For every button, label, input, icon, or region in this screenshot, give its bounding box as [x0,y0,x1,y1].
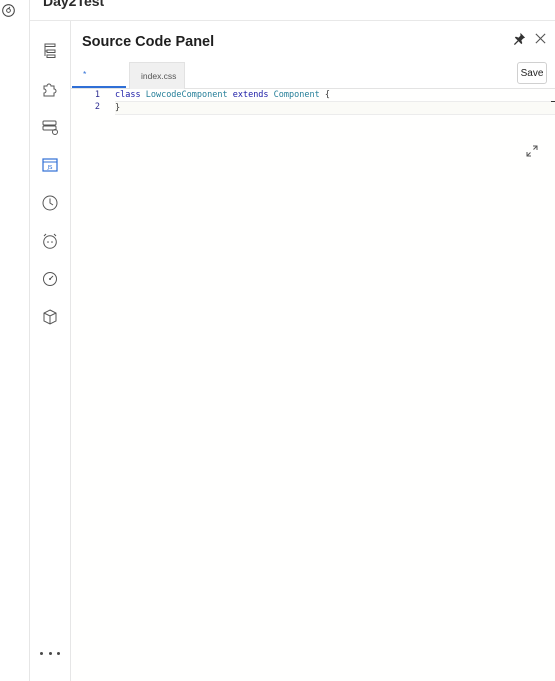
code-editor[interactable]: 1 2 class LowcodeComponent extends Compo… [71,89,555,681]
save-button[interactable]: Save [517,62,547,84]
component-puzzle-icon[interactable] [40,79,60,99]
gauge-icon[interactable] [40,269,60,289]
svg-text:JS: JS [46,165,53,171]
outline-tree-icon[interactable] [40,41,60,61]
code-token: Component [273,90,325,100]
source-code-panel: Source Code Panel * index.js index.css S… [71,21,555,681]
code-token: LowcodeComponent [145,90,233,100]
history-clock-icon[interactable] [40,193,60,213]
close-icon[interactable] [534,32,547,50]
code-token: { [324,90,330,100]
more-icon[interactable] [40,646,60,660]
panel-title: Source Code Panel [82,34,215,50]
editor-tabs: * index.js index.css [71,61,555,106]
line-number: 1 [94,90,100,100]
code-token: } [115,103,121,113]
dial-icon[interactable] [1,3,16,18]
outer-left-strip [0,0,30,681]
alarm-clock-icon[interactable] [40,231,60,251]
panel-actions [513,32,547,50]
line-number-gutter: 1 2 [71,89,115,129]
tab-index-css[interactable]: index.css [129,62,185,89]
icon-rail: JS [30,21,71,681]
expand-icon[interactable] [525,144,539,158]
code-line: } [115,101,555,115]
box-icon[interactable] [40,307,60,327]
code-line: class LowcodeComponent extends Component… [115,89,555,101]
scroll-marker [551,101,555,102]
line-number: 2 [94,102,100,112]
app-title: Day2Test [43,0,105,9]
tab-index-js[interactable]: * index.js [72,61,126,106]
js-source-code-icon[interactable]: JS [40,155,60,175]
pin-icon[interactable] [513,32,526,50]
datasource-icon[interactable] [40,117,60,137]
code-token: class [115,90,146,100]
top-bar: Day2Test [30,0,555,21]
code-area[interactable]: class LowcodeComponent extends Component… [115,89,555,115]
code-token: extends [232,90,274,100]
